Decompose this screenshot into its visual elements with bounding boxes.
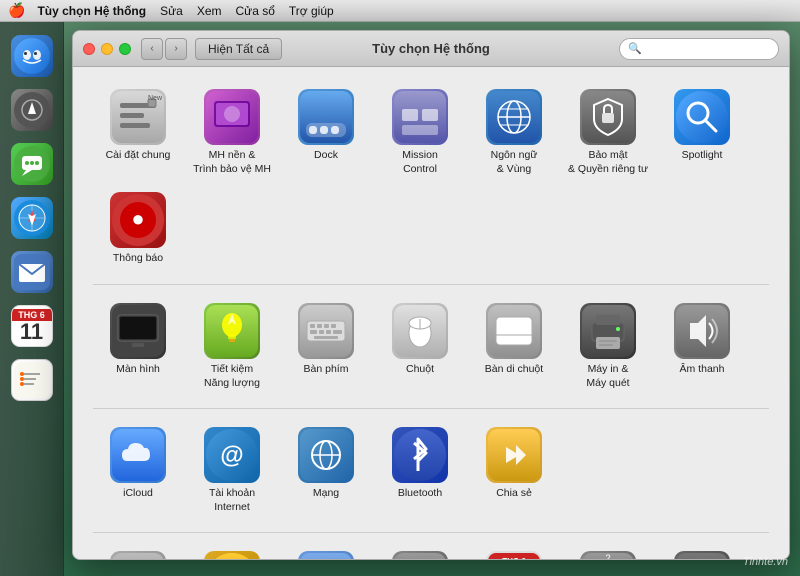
back-button[interactable]: ‹ — [141, 38, 163, 60]
pref-sound[interactable]: Âm thanh — [657, 297, 747, 396]
pref-security[interactable]: Bảo mật& Quyền riêng tư — [563, 83, 653, 182]
pref-label-sharing: Chia sẻ — [496, 487, 532, 501]
section-personal: New Cài đặt chung MH nền &Trình bảo vệ M… — [93, 83, 769, 285]
maximize-button[interactable] — [119, 43, 131, 55]
pref-energy[interactable]: Tiết kiệmNăng lượng — [187, 297, 277, 396]
menu-system-prefs[interactable]: Tùy chọn Hệ thống — [37, 4, 146, 18]
icon-grid-hardware: Màn hình Tiết kiệmNăng lượng Bàn phím — [93, 297, 769, 396]
pref-label-display: Màn hình — [116, 363, 160, 377]
icon-grid-internet: iCloud @ Tài khoảnInternet Mạng — [93, 421, 769, 520]
pref-mission[interactable]: MissionControl — [375, 83, 465, 182]
pref-label-icloud: iCloud — [123, 487, 153, 501]
pref-users[interactable]: Người dùng &Nhóm — [93, 545, 183, 559]
pref-label-security: Bảo mật& Quyền riêng tư — [568, 149, 648, 176]
pref-startup-disk[interactable]: ? Ổ đĩaKhởi động — [563, 545, 653, 559]
window-content: New Cài đặt chung MH nền &Trình bảo vệ M… — [73, 67, 789, 559]
search-icon: 🔍 — [628, 42, 642, 55]
pref-label-internet-accounts: Tài khoảnInternet — [209, 487, 255, 514]
dock-item-calendar[interactable]: THG 6 11 — [8, 302, 56, 350]
pref-network[interactable]: Mạng — [281, 421, 371, 520]
pref-keyboard[interactable]: Bàn phím — [281, 297, 371, 396]
icon-grid-personal: New Cài đặt chung MH nền &Trình bảo vệ M… — [93, 83, 769, 272]
pref-label-trackpad: Bàn di chuột — [485, 363, 543, 377]
pref-appstore[interactable]: A App Store — [281, 545, 371, 559]
pref-internet-accounts[interactable]: @ Tài khoảnInternet — [187, 421, 277, 520]
pref-label-printer: Máy in &Máy quét — [586, 363, 629, 390]
minimize-button[interactable] — [101, 43, 113, 55]
menu-window[interactable]: Cửa sổ — [236, 4, 275, 18]
titlebar: ‹ › Hiện Tất cả Tùy chọn Hệ thống 🔍 — [73, 31, 789, 67]
pref-label-network: Mạng — [313, 487, 339, 501]
section-system: Người dùng &Nhóm Kiểm soátcủa Phụ huynh … — [93, 545, 769, 559]
pref-trackpad[interactable]: Bàn di chuột — [469, 297, 559, 396]
pref-label-dock: Dock — [314, 149, 338, 163]
pref-label-general: Cài đặt chung — [106, 149, 171, 163]
pref-timemachine[interactable]: Time Machine — [657, 545, 747, 559]
svg-text:●: ● — [131, 206, 144, 231]
show-all-button[interactable]: Hiện Tất cả — [195, 38, 282, 60]
pref-bluetooth[interactable]: Bluetooth — [375, 421, 465, 520]
svg-text:?: ? — [605, 553, 610, 559]
pref-label-spotlight: Spotlight — [682, 149, 723, 163]
window-title: Tùy chọn Hệ thống — [372, 41, 490, 56]
pref-label-language: Ngôn ngữ& Vùng — [491, 149, 538, 176]
dock-item-safari[interactable] — [8, 194, 56, 242]
dock-item-reminders[interactable] — [8, 356, 56, 404]
pref-mouse[interactable]: Chuột — [375, 297, 465, 396]
pref-label-notify: Thông báo — [113, 252, 163, 266]
pref-label-energy: Tiết kiệmNăng lượng — [204, 363, 260, 390]
section-internet: iCloud @ Tài khoảnInternet Mạng — [93, 421, 769, 533]
pref-dictation[interactable]: Đọc chính tả& Đọc văn bản — [375, 545, 465, 559]
menubar: 🍎 Tùy chọn Hệ thống Sửa Xem Cửa sổ Trợ g… — [0, 0, 800, 22]
dock: THG 6 11 — [0, 22, 64, 576]
apple-menu[interactable]: 🍎 — [8, 2, 25, 19]
section-hardware: Màn hình Tiết kiệmNăng lượng Bàn phím — [93, 297, 769, 409]
pref-datetime[interactable]: THG 6 18 Ngày & Giờ — [469, 545, 559, 559]
close-button[interactable] — [83, 43, 95, 55]
pref-parental[interactable]: Kiểm soátcủa Phụ huynh — [187, 545, 277, 559]
menu-view[interactable]: Xem — [197, 4, 222, 18]
pref-label-desktop: MH nền &Trình bảo vệ MH — [193, 149, 271, 176]
nav-buttons: ‹ › — [141, 38, 187, 60]
pref-label-keyboard: Bàn phím — [304, 363, 349, 377]
dock-item-finder[interactable] — [8, 32, 56, 80]
pref-language[interactable]: Ngôn ngữ& Vùng — [469, 83, 559, 182]
menu-edit[interactable]: Sửa — [160, 4, 183, 18]
pref-label-sound: Âm thanh — [680, 363, 725, 377]
pref-notify[interactable]: ● Thông báo — [93, 186, 183, 272]
pref-desktop[interactable]: MH nền &Trình bảo vệ MH — [187, 83, 277, 182]
pref-sharing[interactable]: Chia sẻ — [469, 421, 559, 520]
pref-display[interactable]: Màn hình — [93, 297, 183, 396]
pref-icloud[interactable]: iCloud — [93, 421, 183, 520]
dock-item-mail[interactable] — [8, 248, 56, 296]
pref-general[interactable]: New Cài đặt chung — [93, 83, 183, 182]
pref-label-mission: MissionControl — [402, 149, 438, 176]
icon-grid-system: Người dùng &Nhóm Kiểm soátcủa Phụ huynh … — [93, 545, 769, 559]
search-box[interactable]: 🔍 — [619, 38, 779, 60]
menu-help[interactable]: Trợ giúp — [289, 4, 334, 18]
svg-text:@: @ — [220, 442, 243, 469]
pref-label-bluetooth: Bluetooth — [398, 487, 442, 501]
pref-label-mouse: Chuột — [406, 363, 434, 377]
watermark: Tinhte.vn — [743, 556, 788, 568]
pref-spotlight[interactable]: Spotlight — [657, 83, 747, 182]
forward-button[interactable]: › — [165, 38, 187, 60]
traffic-lights — [83, 43, 131, 55]
system-prefs-window: ‹ › Hiện Tất cả Tùy chọn Hệ thống 🔍 New … — [72, 30, 790, 560]
pref-dock[interactable]: Dock — [281, 83, 371, 182]
dock-item-messages[interactable] — [8, 140, 56, 188]
pref-printer[interactable]: Máy in &Máy quét — [563, 297, 653, 396]
svg-text:New: New — [148, 95, 163, 102]
dock-item-launchpad[interactable] — [8, 86, 56, 134]
